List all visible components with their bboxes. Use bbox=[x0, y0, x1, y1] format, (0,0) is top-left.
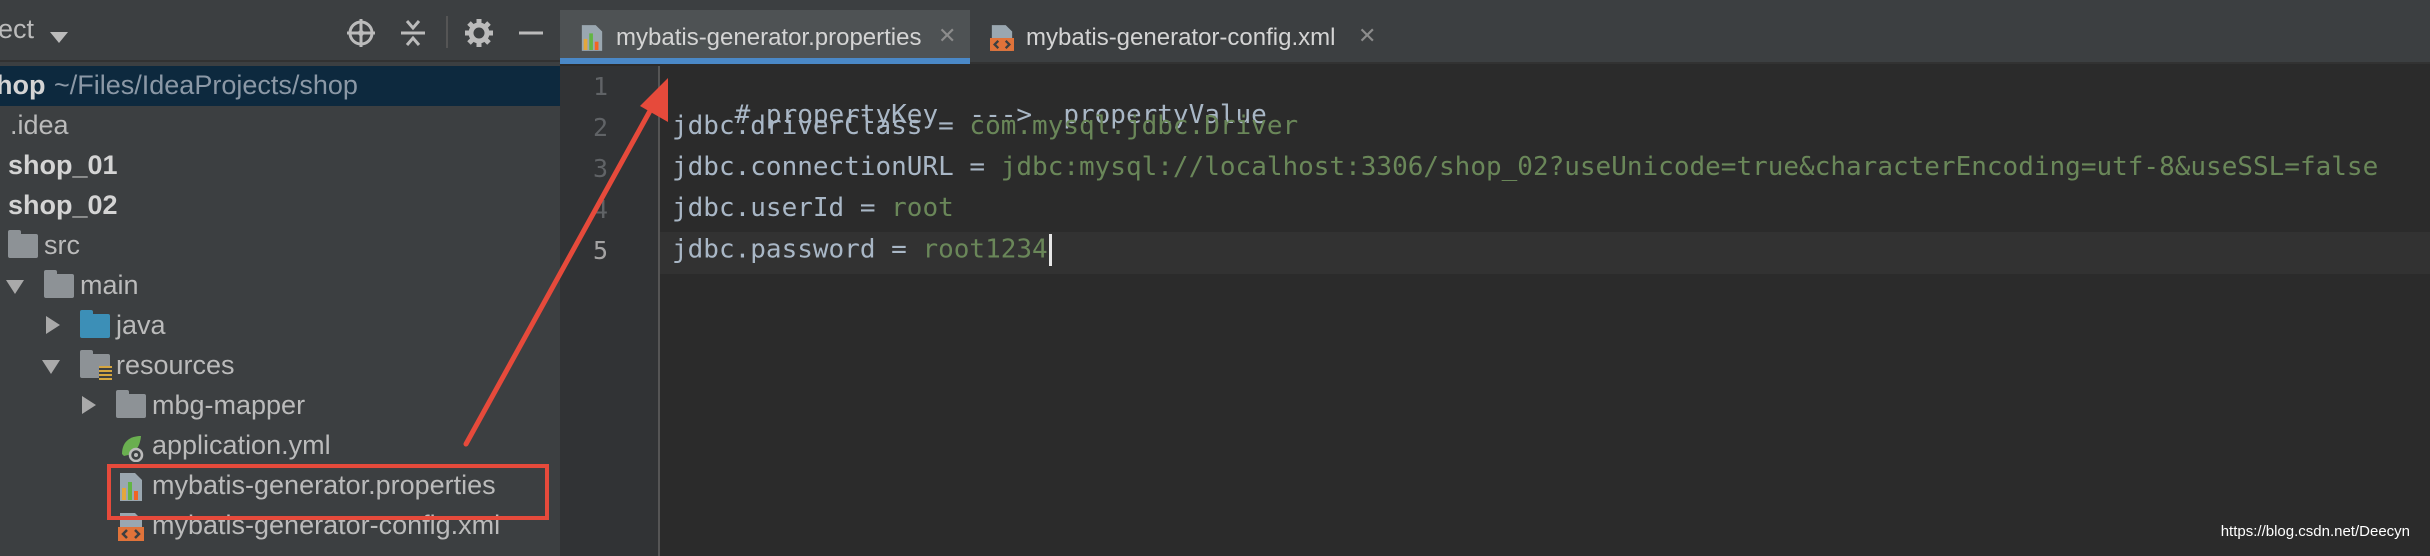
tree-item-main[interactable]: main bbox=[0, 266, 560, 306]
tree-item-label: application.yml bbox=[152, 430, 331, 460]
folder-icon bbox=[44, 270, 74, 298]
tab-mybatis-generator-properties[interactable]: mybatis-generator.properties ✕ bbox=[560, 10, 970, 64]
tree-item-label: shop_01 bbox=[8, 150, 118, 180]
spring-yaml-file-icon bbox=[122, 436, 144, 462]
property-value: jdbc:mysql://localhost:3306/shop_02?useU… bbox=[1000, 152, 2379, 182]
code-editor[interactable]: 1 2 3 4 5 # propertyKey ---> propertyVal… bbox=[560, 66, 2430, 556]
tree-item-label: hop bbox=[0, 70, 46, 100]
expand-chevron-right-icon[interactable] bbox=[82, 396, 96, 414]
expand-chevron-right-icon[interactable] bbox=[46, 316, 60, 334]
expand-chevron-down-icon[interactable] bbox=[42, 360, 60, 374]
property-separator: = bbox=[844, 193, 892, 223]
source-folder-icon bbox=[80, 310, 110, 338]
annotation-highlight-box bbox=[107, 464, 549, 520]
close-icon[interactable]: ✕ bbox=[938, 23, 956, 49]
tree-item-src[interactable]: src bbox=[0, 226, 560, 266]
tree-item-application-yml[interactable]: application.yml bbox=[0, 426, 560, 466]
expand-chevron-down-icon[interactable] bbox=[6, 280, 24, 294]
tree-item-idea[interactable]: .idea bbox=[0, 106, 560, 146]
property-value: com.mysql.jdbc.Driver bbox=[969, 111, 1299, 141]
tree-item-label: resources bbox=[116, 350, 235, 380]
property-key: jdbc.connectionURL bbox=[672, 152, 954, 182]
project-path: ~/Files/IdeaProjects/shop bbox=[54, 70, 358, 100]
tree-item-label: shop_02 bbox=[8, 190, 118, 220]
tree-item-label: src bbox=[44, 230, 80, 260]
project-view-label[interactable]: ect bbox=[0, 14, 34, 45]
folder-icon bbox=[116, 390, 146, 418]
property-separator: = bbox=[922, 111, 970, 141]
tree-item-resources[interactable]: resources bbox=[0, 346, 560, 386]
resources-folder-icon bbox=[80, 350, 112, 380]
line-number-gutter: 1 2 3 4 5 bbox=[560, 66, 660, 556]
code-line-5: jdbc.password = root1234 bbox=[672, 234, 1052, 266]
properties-file-icon bbox=[581, 25, 603, 51]
xml-file-icon bbox=[990, 25, 1014, 51]
tree-item-shop-02[interactable]: shop_02 bbox=[0, 186, 560, 226]
locate-crosshair-icon[interactable] bbox=[346, 18, 376, 48]
tree-item-mbg-mapper[interactable]: mbg-mapper bbox=[0, 386, 560, 426]
toolbar-divider bbox=[446, 16, 448, 48]
project-tool-window-header: ect bbox=[0, 0, 560, 62]
property-separator: = bbox=[875, 234, 923, 265]
text-cursor bbox=[1048, 234, 1052, 266]
property-key: jdbc.driverClass bbox=[672, 111, 923, 141]
line-number: 1 bbox=[592, 72, 608, 101]
collapse-all-icon[interactable] bbox=[398, 18, 428, 48]
code-line-4: jdbc.userId = root bbox=[672, 193, 954, 223]
project-tool-window: ect hop ~/Files/IdeaProjects/shop .idea … bbox=[0, 0, 560, 556]
line-number: 4 bbox=[592, 195, 608, 224]
code-line-2: jdbc.driverClass = com.mysql.jdbc.Driver bbox=[672, 111, 1298, 141]
folder-icon bbox=[8, 230, 38, 258]
property-separator: = bbox=[953, 152, 1001, 182]
tree-item-java[interactable]: java bbox=[0, 306, 560, 346]
tree-item-label: main bbox=[80, 270, 139, 300]
editor-tab-bar: mybatis-generator.properties ✕ mybatis-g… bbox=[560, 0, 2430, 64]
watermark-text: https://blog.csdn.net/Deecyn bbox=[2220, 523, 2410, 540]
property-key: jdbc.password bbox=[672, 234, 876, 265]
tree-item-label: .idea bbox=[10, 110, 69, 140]
tab-label: mybatis-generator.properties bbox=[616, 24, 922, 51]
property-value: root bbox=[891, 193, 954, 223]
line-number: 3 bbox=[592, 154, 608, 183]
property-value: root1234 bbox=[922, 234, 1048, 265]
close-icon[interactable]: ✕ bbox=[1358, 23, 1376, 49]
tab-label: mybatis-generator-config.xml bbox=[1026, 24, 1336, 51]
code-line-3: jdbc.connectionURL = jdbc:mysql://localh… bbox=[672, 152, 2378, 182]
tree-item-label: java bbox=[116, 310, 166, 340]
property-key: jdbc.userId bbox=[672, 193, 845, 223]
hide-minimize-icon[interactable] bbox=[516, 18, 546, 48]
tab-mybatis-generator-config-xml[interactable]: mybatis-generator-config.xml ✕ bbox=[980, 10, 1400, 64]
tree-item-shop-root[interactable]: hop ~/Files/IdeaProjects/shop bbox=[0, 66, 560, 106]
view-dropdown-icon[interactable] bbox=[50, 32, 68, 43]
gear-icon[interactable] bbox=[464, 18, 494, 48]
tree-item-shop-01[interactable]: shop_01 bbox=[0, 146, 560, 186]
line-number: 2 bbox=[592, 113, 608, 142]
tree-item-label: mbg-mapper bbox=[152, 390, 306, 420]
line-number: 5 bbox=[592, 236, 608, 265]
